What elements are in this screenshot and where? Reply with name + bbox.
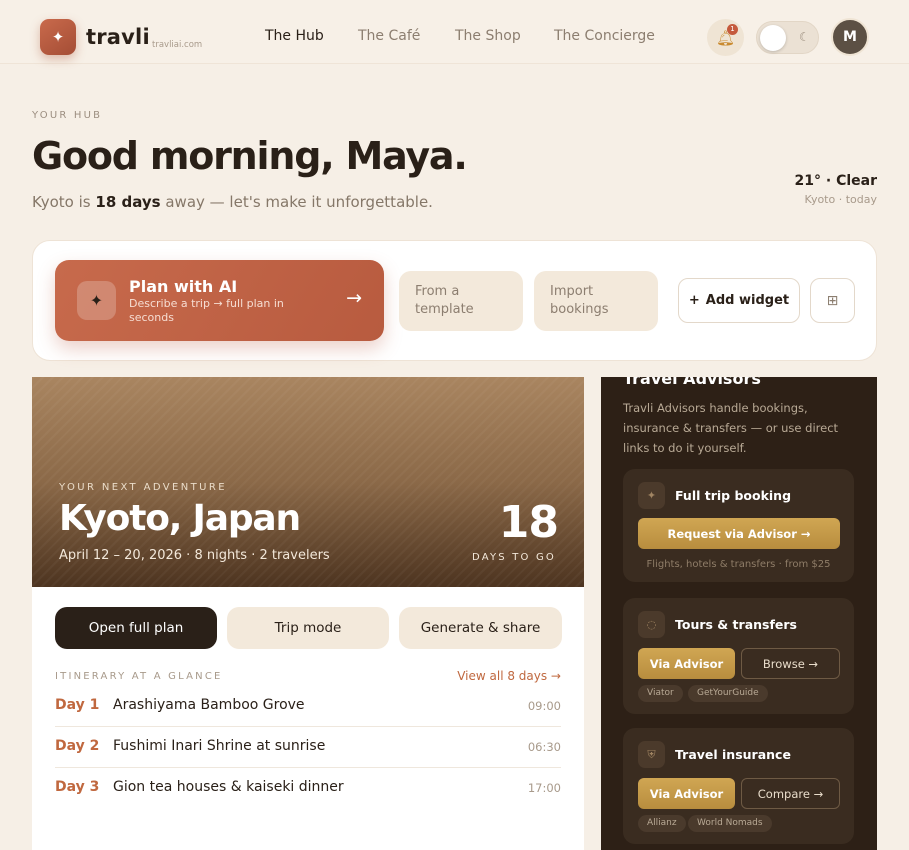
- days-to-go-count: 18: [498, 497, 559, 548]
- weather-temperature: 21° · Clear: [794, 173, 877, 189]
- full-trip-booking-title: Full trip booking: [675, 488, 792, 503]
- user-avatar[interactable]: M: [831, 18, 869, 56]
- theme-toggle[interactable]: ☾: [756, 21, 819, 54]
- notifications-button[interactable]: 🔔︎ 1: [707, 19, 744, 56]
- partner-chip-viator[interactable]: Viator: [638, 685, 683, 702]
- grid-layout-button[interactable]: ⊞: [810, 278, 855, 323]
- partner-chip-allianz[interactable]: Allianz: [638, 815, 686, 832]
- brand-name[interactable]: travli: [86, 25, 150, 49]
- tours-transfers-title: Tours & transfers: [675, 617, 797, 632]
- itinerary-activity: Gion tea houses & kaiseki dinner: [113, 779, 344, 795]
- open-full-plan-button[interactable]: Open full plan: [55, 607, 217, 649]
- travel-advisor-panel: Travel Advisors Travli Advisors handle b…: [601, 377, 877, 850]
- advisor-description: Travli Advisors handle bookings, insuran…: [623, 401, 839, 455]
- insurance-via-advisor-button[interactable]: Via Advisor: [638, 778, 735, 809]
- itinerary-row[interactable]: Day 2 Fushimi Inari Shrine at sunrise 06…: [55, 727, 561, 768]
- globe-icon: ◌: [638, 611, 665, 638]
- tours-transfers-card: ◌ Tours & transfers Via Advisor Browse →…: [623, 598, 854, 714]
- next-trip-card: YOUR NEXT ADVENTURE Kyoto, Japan April 1…: [32, 377, 584, 850]
- subline-prefix: Kyoto is: [32, 193, 96, 211]
- sparkle-icon: ✦: [638, 482, 665, 509]
- weather-widget: 21° · Clear Kyoto · today: [795, 173, 877, 206]
- nav-link-the-hub[interactable]: The Hub: [265, 28, 324, 44]
- days-away-count: 18 days: [95, 193, 161, 211]
- greeting-title: Good morning, Maya.: [32, 134, 468, 178]
- shield-icon: ⛨: [638, 741, 665, 768]
- partner-chip-getyourguide[interactable]: GetYourGuide: [688, 685, 768, 702]
- plan-with-ai-button[interactable]: ✦ Plan with AI Describe a trip → full pl…: [55, 260, 384, 341]
- tours-via-advisor-button[interactable]: Via Advisor: [638, 648, 735, 679]
- nav-link-the-concierge[interactable]: The Concierge: [554, 28, 655, 44]
- itinerary-row[interactable]: Day 1 Arashiyama Bamboo Grove 09:00: [55, 686, 561, 727]
- itinerary-time: 17:00: [527, 781, 561, 795]
- itinerary-time: 09:00: [527, 699, 561, 713]
- days-to-go-label: DAYS TO GO: [471, 552, 556, 563]
- moon-icon: ☾: [799, 30, 810, 44]
- grid-icon: ⊞: [826, 292, 839, 309]
- full-trip-booking-note: Flights, hotels & transfers · from $25: [646, 559, 831, 570]
- greeting-subline: Kyoto is 18 days away — let's make it un…: [32, 193, 433, 211]
- itinerary-row[interactable]: Day 3 Gion tea houses & kaiseki dinner 1…: [55, 768, 561, 809]
- generate-share-button[interactable]: Generate & share: [399, 607, 562, 649]
- add-widget-label: Add widget: [705, 293, 790, 308]
- quick-actions-card: ✦ Plan with AI Describe a trip → full pl…: [32, 240, 877, 361]
- travel-insurance-card: ⛨ Travel insurance Via Advisor Compare →…: [623, 728, 854, 844]
- insurance-compare-button[interactable]: Compare →: [741, 778, 840, 809]
- plus-icon: +: [688, 293, 700, 308]
- trip-destination: Kyoto, Japan: [59, 498, 301, 539]
- brand-domain: travliai.com: [152, 40, 203, 50]
- advisor-panel-title: Travel Advisors: [623, 377, 761, 388]
- sparkle-icon: ✦: [77, 281, 116, 320]
- top-nav-bar: ✦ travli travliai.com The Hub The Café T…: [0, 0, 909, 64]
- itinerary-time: 06:30: [527, 740, 561, 754]
- import-bookings-button[interactable]: Import bookings: [534, 271, 658, 331]
- trip-eyebrow: YOUR NEXT ADVENTURE: [59, 482, 227, 493]
- brand-logo-icon[interactable]: ✦: [40, 19, 76, 55]
- plan-with-ai-description: Describe a trip → full plan in seconds: [129, 297, 284, 324]
- full-trip-booking-card: ✦ Full trip booking Request via Advisor …: [623, 469, 854, 582]
- request-via-advisor-button[interactable]: Request via Advisor →: [638, 518, 840, 549]
- trip-mode-button[interactable]: Trip mode: [227, 607, 389, 649]
- itinerary-day: Day 2: [55, 738, 100, 754]
- arrow-right-icon: →: [346, 287, 362, 309]
- nav-link-the-shop[interactable]: The Shop: [455, 28, 521, 44]
- hub-eyebrow: YOUR HUB: [32, 110, 103, 121]
- from-template-button[interactable]: From a template: [399, 271, 523, 331]
- toggle-knob: [760, 25, 786, 51]
- partner-chip-world-nomads[interactable]: World Nomads: [688, 815, 772, 832]
- trip-hero-banner[interactable]: YOUR NEXT ADVENTURE Kyoto, Japan April 1…: [32, 377, 584, 587]
- nav-link-the-cafe[interactable]: The Café: [358, 28, 420, 44]
- add-widget-button[interactable]: + Add widget: [678, 278, 800, 323]
- notification-count-badge: 1: [727, 24, 738, 35]
- itinerary-day: Day 3: [55, 779, 100, 795]
- itinerary-day: Day 1: [55, 697, 100, 713]
- itinerary-label: ITINERARY AT A GLANCE: [55, 671, 223, 682]
- subline-suffix: away — let's make it unforgettable.: [160, 193, 433, 211]
- plan-with-ai-title: Plan with AI: [129, 277, 238, 296]
- itinerary-activity: Arashiyama Bamboo Grove: [113, 697, 305, 713]
- trip-dates-meta: April 12 – 20, 2026 · 8 nights · 2 trave…: [59, 548, 330, 563]
- view-all-days-link[interactable]: View all 8 days →: [457, 669, 561, 683]
- itinerary-activity: Fushimi Inari Shrine at sunrise: [113, 738, 326, 754]
- tours-browse-button[interactable]: Browse →: [741, 648, 840, 679]
- weather-location: Kyoto · today: [804, 193, 877, 206]
- travel-insurance-title: Travel insurance: [675, 747, 791, 762]
